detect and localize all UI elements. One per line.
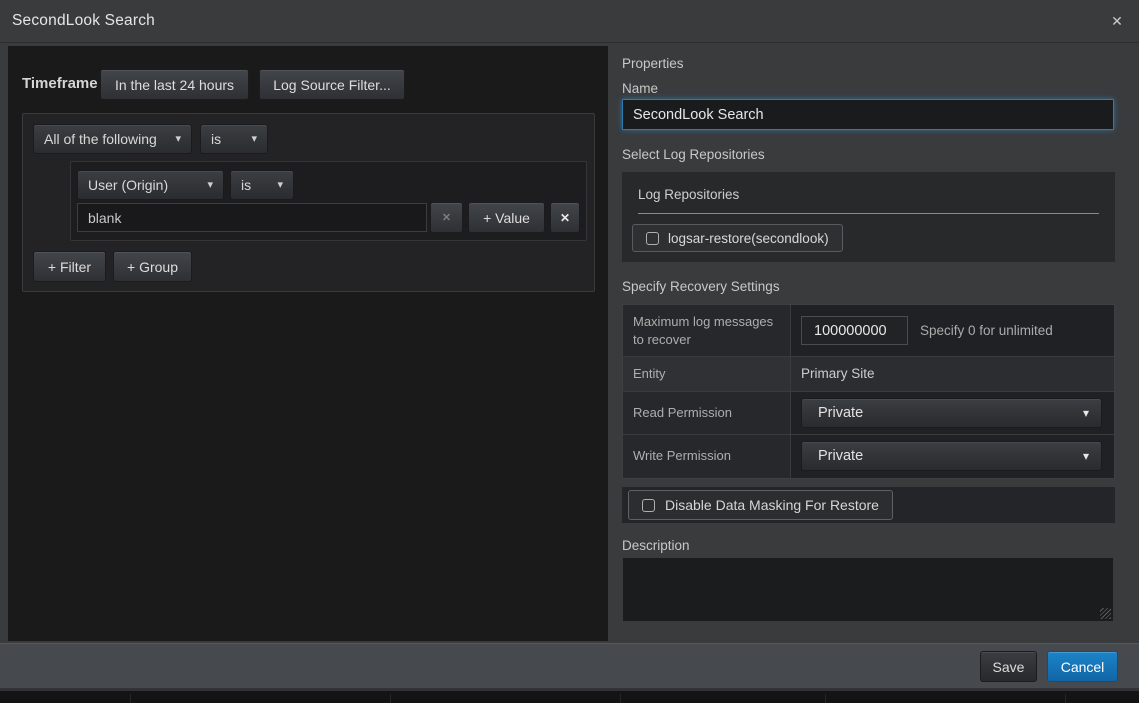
add-filter-button[interactable]: + Filter — [33, 251, 106, 282]
chevron-down-icon: ▾ — [1083, 407, 1089, 419]
write-permission-dropdown[interactable]: Private ▾ — [801, 441, 1102, 471]
properties-heading: Properties — [622, 56, 684, 71]
write-permission-label: Write Permission — [623, 435, 791, 478]
name-label: Name — [622, 81, 658, 96]
close-button[interactable]: ✕ — [1105, 9, 1129, 33]
max-messages-label: Maximum log messages to recover — [623, 305, 791, 356]
remove-icon: ✕ — [560, 211, 570, 225]
repo-item-label: logsar-restore(secondlook) — [668, 231, 829, 246]
max-messages-input[interactable] — [801, 316, 908, 345]
background-table-divider — [825, 694, 826, 703]
cancel-button[interactable]: Cancel — [1047, 651, 1118, 682]
add-value-button[interactable]: + Value — [468, 202, 545, 233]
read-permission-cell: Private ▾ — [791, 392, 1114, 434]
rule-field-value: User (Origin) — [88, 177, 168, 193]
secondlook-search-dialog: SecondLook Search ✕ Timeframe In the las… — [0, 0, 1139, 691]
timeframe-button[interactable]: In the last 24 hours — [100, 69, 249, 100]
chevron-down-icon: ▾ — [277, 180, 283, 191]
recovery-settings-heading: Specify Recovery Settings — [622, 279, 780, 294]
write-permission-value: Private — [818, 448, 863, 464]
title-bar: SecondLook Search — [0, 0, 1139, 43]
max-messages-hint: Specify 0 for unlimited — [920, 323, 1053, 338]
disable-data-masking-label: Disable Data Masking For Restore — [665, 497, 879, 513]
background-table-divider — [130, 694, 131, 703]
rule-field-dropdown[interactable]: User (Origin) ▾ — [77, 170, 224, 200]
close-icon: ✕ — [1111, 13, 1123, 30]
rule-value-input[interactable] — [77, 203, 427, 232]
remove-value-button[interactable]: ✕ — [430, 202, 463, 233]
table-row-entity: Entity Primary Site — [623, 357, 1114, 392]
add-group-button[interactable]: + Group — [113, 251, 192, 282]
log-repositories-panel: Log Repositories logsar-restore(secondlo… — [622, 172, 1115, 262]
description-textarea[interactable] — [622, 557, 1114, 622]
table-row-read-permission: Read Permission Private ▾ — [623, 392, 1114, 435]
entity-cell: Primary Site — [791, 357, 1114, 391]
screen: SecondLook Search ✕ Timeframe In the las… — [0, 0, 1139, 703]
read-permission-value: Private — [818, 405, 863, 421]
group-condition-dropdown[interactable]: is ▾ — [200, 124, 268, 154]
chevron-down-icon: ▾ — [207, 180, 213, 191]
separator — [638, 213, 1099, 214]
checkbox-icon — [646, 232, 659, 245]
repo-item-logsar-restore[interactable]: logsar-restore(secondlook) — [632, 224, 843, 252]
entity-value: Primary Site — [801, 366, 875, 381]
background-page-strip — [0, 694, 1139, 703]
footer-bar: Save Cancel — [0, 643, 1139, 688]
description-label: Description — [622, 538, 690, 553]
rule-condition-dropdown[interactable]: is ▾ — [230, 170, 294, 200]
filter-panel: Timeframe In the last 24 hours Log Sourc… — [8, 46, 608, 641]
select-log-repositories-heading: Select Log Repositories — [622, 147, 765, 162]
table-row-max-messages: Maximum log messages to recover Specify … — [623, 305, 1114, 357]
name-input[interactable] — [622, 99, 1114, 130]
table-row-write-permission: Write Permission Private ▾ — [623, 435, 1114, 478]
read-permission-dropdown[interactable]: Private ▾ — [801, 398, 1102, 428]
timeframe-label: Timeframe — [22, 75, 98, 92]
read-permission-label: Read Permission — [623, 392, 791, 434]
rule-condition-value: is — [241, 177, 251, 193]
remove-icon: ✕ — [442, 211, 451, 224]
chevron-down-icon: ▾ — [175, 134, 181, 145]
background-table-divider — [620, 694, 621, 703]
group-operator-value: All of the following — [44, 131, 157, 147]
dialog-title: SecondLook Search — [12, 12, 155, 30]
group-operator-dropdown[interactable]: All of the following ▾ — [33, 124, 192, 154]
data-masking-strip: Disable Data Masking For Restore — [622, 487, 1115, 523]
checkbox-icon — [642, 499, 655, 512]
log-repositories-title: Log Repositories — [638, 187, 739, 202]
group-condition-value: is — [211, 131, 221, 147]
remove-filter-button[interactable]: ✕ — [550, 202, 580, 233]
filter-group-box: All of the following ▾ is ▾ User (Origin… — [22, 113, 595, 292]
max-messages-cell: Specify 0 for unlimited — [791, 305, 1114, 356]
entity-label: Entity — [623, 357, 791, 391]
background-table-divider — [390, 694, 391, 703]
save-button[interactable]: Save — [980, 651, 1037, 682]
disable-data-masking-checkbox[interactable]: Disable Data Masking For Restore — [628, 490, 893, 520]
chevron-down-icon: ▾ — [251, 134, 257, 145]
filter-rule-box: User (Origin) ▾ is ▾ ✕ + Value ✕ — [70, 161, 587, 241]
background-table-divider — [1065, 694, 1066, 703]
write-permission-cell: Private ▾ — [791, 435, 1114, 478]
recovery-settings-table: Maximum log messages to recover Specify … — [622, 304, 1115, 479]
chevron-down-icon: ▾ — [1083, 450, 1089, 462]
log-source-filter-button[interactable]: Log Source Filter... — [259, 69, 405, 100]
